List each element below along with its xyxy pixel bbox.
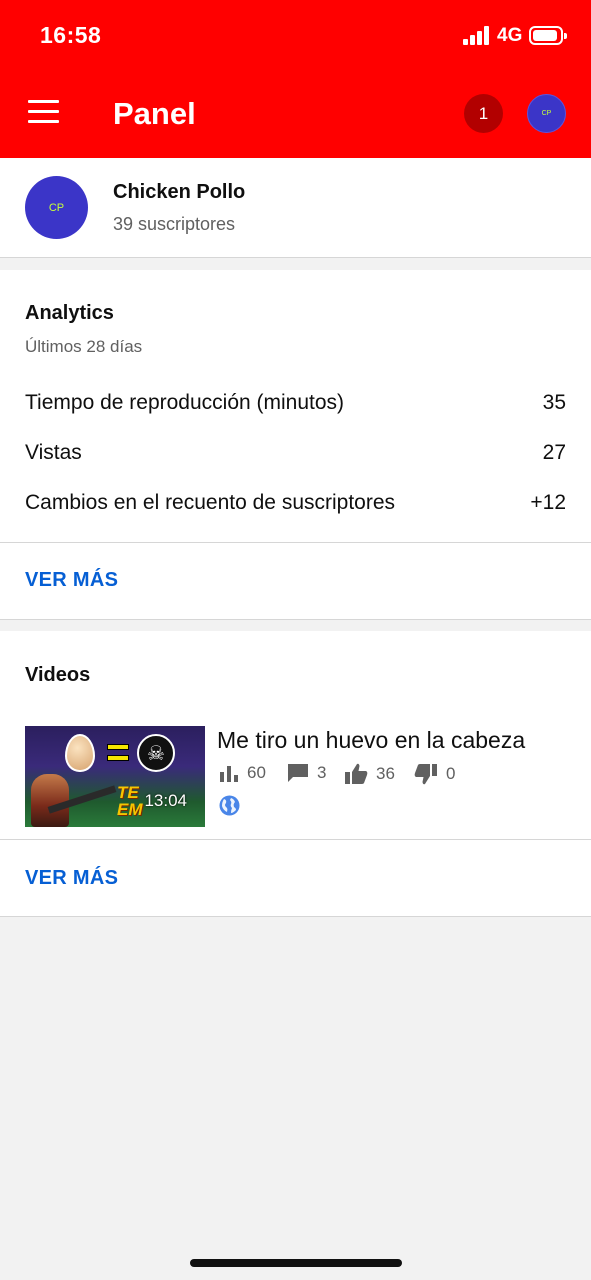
metric-row: Tiempo de reproducción (minutos) 35 <box>25 391 566 415</box>
equals-graphic <box>107 744 129 764</box>
character-graphic <box>31 774 69 827</box>
thumbs-up-icon <box>345 763 368 784</box>
globe-icon <box>219 795 240 816</box>
dislikes-count: 0 <box>446 764 456 783</box>
videos-title: Videos <box>25 664 91 686</box>
home-indicator[interactable] <box>190 1259 402 1267</box>
divider <box>0 542 591 543</box>
analytics-card: Analytics Últimos 28 días Tiempo de repr… <box>0 270 591 620</box>
likes-stat: 36 <box>344 763 395 785</box>
videos-card: Videos ☠ TE EM 13:04 Me tiro un huevo en … <box>0 631 591 917</box>
comment-icon <box>288 764 308 782</box>
video-duration: 13:04 <box>144 791 187 810</box>
videos-more-button[interactable]: VER MÁS <box>25 867 118 890</box>
status-time: 16:58 <box>40 22 102 48</box>
dislikes-stat: 0 <box>414 763 455 785</box>
thumbnail-lettering: TE EM <box>117 783 143 819</box>
metric-value: 27 <box>542 441 566 464</box>
metric-row: Vistas 27 <box>25 441 566 465</box>
comments-count: 3 <box>317 763 327 782</box>
signal-icon <box>463 26 491 45</box>
views-count: 60 <box>247 763 266 782</box>
channel-name: Chicken Pollo <box>113 181 246 203</box>
thumbs-down-icon <box>414 764 437 785</box>
comments-stat: 3 <box>287 763 326 783</box>
subscriber-count: 39 suscriptores <box>113 214 236 234</box>
analytics-period: Últimos 28 días <box>25 337 143 356</box>
video-title[interactable]: Me tiro un huevo en la cabeza <box>217 727 562 754</box>
metric-label: Tiempo de reproducción (minutos) <box>25 391 345 414</box>
metric-value: +12 <box>530 491 566 514</box>
skull-icon: ☠ <box>137 734 175 772</box>
metric-value: 35 <box>542 391 566 414</box>
likes-count: 36 <box>376 764 395 783</box>
analytics-more-button[interactable]: VER MÁS <box>25 569 118 592</box>
bar-chart-icon <box>220 766 238 782</box>
divider <box>0 839 591 840</box>
analytics-title: Analytics <box>25 302 114 324</box>
egg-graphic <box>65 734 95 772</box>
battery-icon <box>529 26 567 45</box>
network-type: 4G <box>497 25 523 46</box>
notification-badge[interactable]: 1 <box>464 94 503 133</box>
channel-card[interactable]: CP Chicken Pollo 39 suscriptores <box>0 158 591 258</box>
app-header: 16:58 4G Panel 1 CP <box>0 0 591 158</box>
menu-icon[interactable] <box>28 100 59 124</box>
metric-row: Cambios en el recuento de suscriptores +… <box>25 491 566 515</box>
metric-label: Vistas <box>25 441 82 464</box>
video-thumbnail[interactable]: ☠ TE EM 13:04 <box>25 726 205 827</box>
page-title: Panel <box>113 96 196 131</box>
views-stat: 60 <box>219 763 266 783</box>
metric-label: Cambios en el recuento de suscriptores <box>25 491 396 514</box>
account-avatar[interactable]: CP <box>527 94 566 133</box>
channel-avatar[interactable]: CP <box>25 176 88 239</box>
